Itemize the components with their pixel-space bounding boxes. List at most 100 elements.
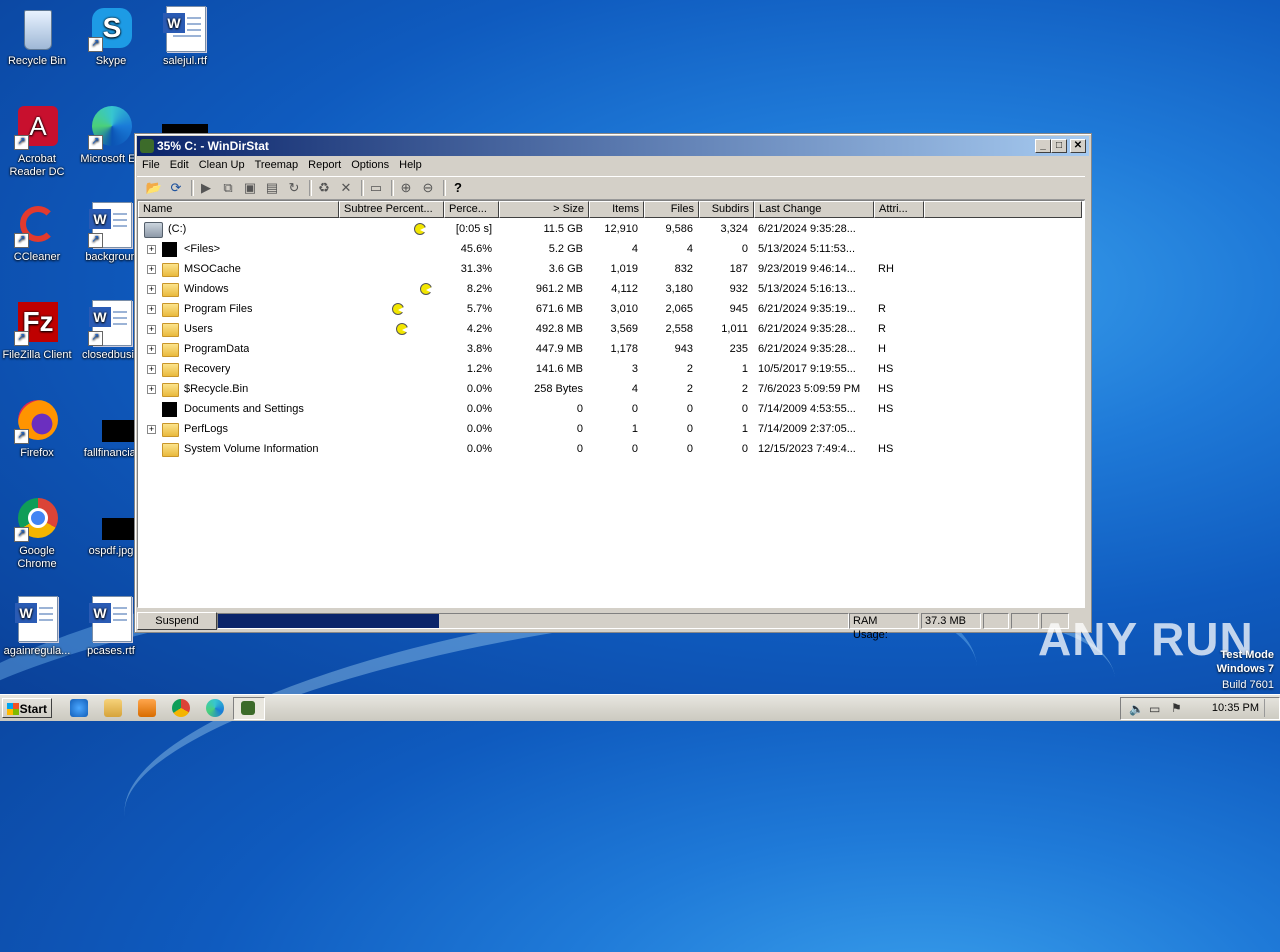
row-attributes: HS	[878, 443, 894, 455]
action-center-flag-icon[interactable]: ⚑	[1171, 701, 1182, 715]
title-bar[interactable]: 35% C: - WinDirStat _ □ ✕	[137, 136, 1089, 156]
windirstat-taskbar-button[interactable]	[233, 697, 265, 720]
table-row[interactable]: + PerfLogs 0.0% 0 1 0 1 7/14/2009 2:37:0…	[138, 420, 1082, 440]
menu-file[interactable]: File	[137, 157, 165, 174]
row-attributes: R	[878, 303, 886, 315]
desktop-icon-acrobat[interactable]: A ↗ Acrobat Reader DC	[0, 104, 74, 179]
row-items: 3	[631, 363, 638, 375]
zoom-out-icon[interactable]: ⊖	[419, 180, 437, 196]
status-panel	[1011, 613, 1039, 629]
column-header-subdirs[interactable]: Subdirs	[699, 201, 754, 218]
desktop-icon-skype[interactable]: S ↗ Skype	[74, 6, 148, 68]
column-header-subtree-percent[interactable]: Subtree Percent...	[339, 201, 444, 218]
desktop-icon-firefox[interactable]: ↗ Firefox	[0, 398, 74, 460]
toolbar-separator	[443, 180, 446, 196]
column-header-files[interactable]: Files	[644, 201, 699, 218]
status-bar: Suspend RAM Usage: 37.3 MB	[137, 612, 1085, 641]
start-button[interactable]: Start	[2, 698, 52, 718]
delete-icon[interactable]: ✕	[337, 180, 355, 196]
row-percent: 5.7%	[466, 303, 492, 315]
row-name: $Recycle.Bin	[184, 383, 249, 395]
open-icon[interactable]: 📂	[145, 180, 163, 196]
maximize-button[interactable]: □	[1051, 139, 1067, 153]
recycle-icon[interactable]: ♻	[315, 180, 333, 196]
row-items: 4	[631, 243, 638, 255]
explorer-icon[interactable]: ▣	[241, 180, 259, 196]
clock[interactable]: 10:35 PM	[1212, 702, 1259, 714]
row-files: 0	[686, 443, 693, 455]
help-icon[interactable]: ?	[449, 180, 467, 196]
minimize-button[interactable]: _	[1035, 139, 1051, 153]
desktop-icon-againregula[interactable]: W againregula...	[0, 596, 74, 658]
desktop-icon-chrome[interactable]: ↗ Google Chrome	[0, 496, 74, 571]
row-attributes: HS	[878, 403, 894, 415]
file-explorer-icon[interactable]	[104, 699, 122, 717]
internet-explorer-icon[interactable]	[70, 699, 88, 717]
menu-options[interactable]: Options	[346, 157, 394, 174]
column-header-attributes[interactable]: Attri...	[874, 201, 924, 218]
network-icon[interactable]: ▭	[1149, 702, 1160, 716]
play-icon[interactable]: ▶	[197, 180, 215, 196]
properties-icon[interactable]: ▭	[367, 180, 385, 196]
edge-taskbar-icon[interactable]	[206, 699, 224, 717]
chrome-taskbar-icon[interactable]	[172, 699, 190, 717]
expand-icon[interactable]: +	[147, 245, 156, 254]
table-row[interactable]: System Volume Information 0.0% 0 0 0 0 1…	[138, 440, 1082, 460]
menu-edit[interactable]: Edit	[165, 157, 194, 174]
expand-icon[interactable]: +	[147, 285, 156, 294]
desktop-icon-ccleaner[interactable]: ↗ CCleaner	[0, 202, 74, 264]
table-row[interactable]: + $Recycle.Bin 0.0% 258 Bytes 4 2 2 7/6/…	[138, 380, 1082, 400]
column-header-last-change[interactable]: Last Change	[754, 201, 874, 218]
desktop-icon-label: Skype	[95, 55, 127, 67]
desktop-icon-label: pcases.rtf	[87, 645, 135, 657]
copy-path-icon[interactable]: ⧉	[219, 180, 237, 196]
refresh-selected-icon[interactable]: ↻	[285, 180, 303, 196]
menu-help[interactable]: Help	[394, 157, 427, 174]
row-last-change: 5/13/2024 5:16:13...	[758, 283, 856, 295]
row-subdirs: 1	[741, 423, 748, 435]
show-desktop-button[interactable]	[1264, 699, 1277, 717]
column-header-items[interactable]: Items	[589, 201, 644, 218]
expand-icon[interactable]: +	[147, 325, 156, 334]
column-header-size[interactable]: > Size	[499, 201, 589, 218]
table-row[interactable]: + Users 4.2% 492.8 MB 3,569 2,558 1,011 …	[138, 320, 1082, 340]
expand-icon[interactable]: +	[147, 345, 156, 354]
expand-icon[interactable]: +	[147, 365, 156, 374]
menu-bar: File Edit Clean Up Treemap Report Options Help	[137, 157, 1089, 175]
junction-icon	[162, 402, 177, 417]
table-row[interactable]: + Windows 8.2% 961.2 MB 4,112 3,180 932 …	[138, 280, 1082, 300]
expand-icon[interactable]: +	[147, 265, 156, 274]
desktop-icon-recycle-bin[interactable]: Recycle Bin	[0, 6, 74, 68]
table-row[interactable]: + Recovery 1.2% 141.6 MB 3 2 1 10/5/2017…	[138, 360, 1082, 380]
expand-icon[interactable]: +	[147, 425, 156, 434]
refresh-icon[interactable]: ⟳	[167, 180, 185, 196]
table-row[interactable]: + <Files> 45.6% 5.2 GB 4 4 0 5/13/2024 5…	[138, 240, 1082, 260]
test-mode-text: Test Mode	[1220, 649, 1274, 661]
menu-clean-up[interactable]: Clean Up	[194, 157, 250, 174]
table-row[interactable]: Documents and Settings 0.0% 0 0 0 0 7/14…	[138, 400, 1082, 420]
table-row[interactable]: + ProgramData 3.8% 447.9 MB 1,178 943 23…	[138, 340, 1082, 360]
acrobat-icon: A ↗	[14, 104, 60, 150]
row-subdirs: 932	[729, 283, 748, 295]
close-button[interactable]: ✕	[1070, 139, 1086, 153]
desktop-icon-filezilla[interactable]: Fz ↗ FileZilla Client	[0, 300, 74, 362]
expand-icon[interactable]: +	[147, 305, 156, 314]
column-header-percent[interactable]: Perce...	[444, 201, 499, 218]
zoom-in-icon[interactable]: ⊕	[397, 180, 415, 196]
drive-icon	[144, 222, 163, 238]
menu-treemap[interactable]: Treemap	[250, 157, 304, 174]
command-prompt-icon[interactable]: ▤	[263, 180, 281, 196]
table-row[interactable]: + MSOCache 31.3% 3.6 GB 1,019 832 187 9/…	[138, 260, 1082, 280]
media-player-icon[interactable]	[138, 699, 156, 717]
row-name: <Files>	[184, 243, 221, 255]
column-header-name[interactable]: Name	[138, 201, 339, 218]
table-row[interactable]: + Program Files 5.7% 671.6 MB 3,010 2,06…	[138, 300, 1082, 320]
suspend-button[interactable]: Suspend	[137, 612, 217, 630]
directory-list[interactable]: Name Subtree Percent... Perce... > Size …	[137, 200, 1085, 608]
volume-icon[interactable]: 🔈	[1129, 702, 1144, 716]
expand-icon[interactable]: +	[147, 385, 156, 394]
row-attributes: HS	[878, 383, 894, 395]
menu-report[interactable]: Report	[303, 157, 346, 174]
desktop-icon-salejul[interactable]: W salejul.rtf	[148, 6, 222, 68]
table-row[interactable]: (C:) [0:05 s] 11.5 GB 12,910 9,586 3,324…	[138, 220, 1082, 240]
